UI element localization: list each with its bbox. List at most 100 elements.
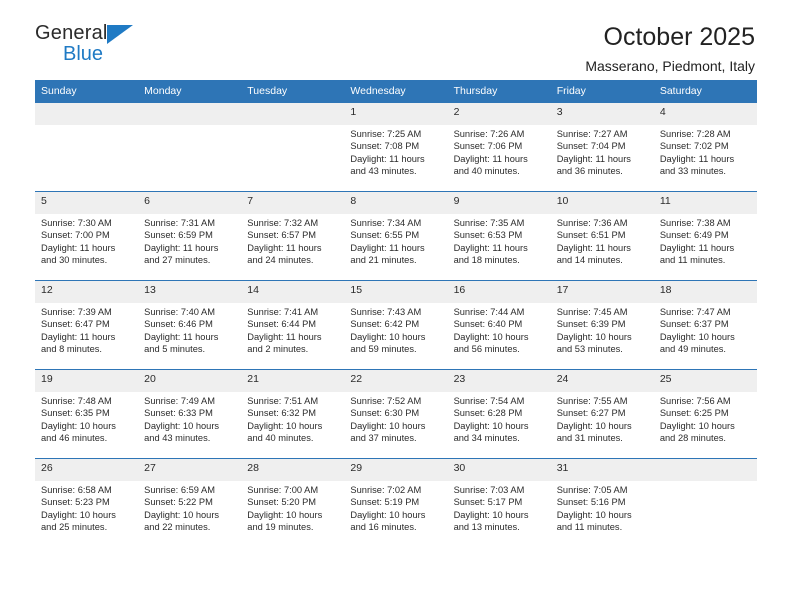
day-number: 29: [344, 459, 448, 481]
daylight-text: Daylight: 10 hours: [350, 331, 426, 342]
calendar-day-cell[interactable]: 16 Sunrise: 7:44 AM Sunset: 6:40 PM Dayligh…: [447, 280, 551, 370]
day-number: 2: [447, 103, 551, 125]
calendar-day-cell[interactable]: 29 Sunrise: 7:02 AM Sunset: 5:19 PM Dayligh…: [344, 458, 448, 548]
calendar-day-cell[interactable]: 19 Sunrise: 7:48 AM Sunset: 6:35 PM Dayligh…: [35, 369, 139, 459]
calendar-day-cell[interactable]: 17 Sunrise: 7:45 AM Sunset: 6:39 PM Dayligh…: [550, 280, 654, 370]
sunrise-text: Sunrise: 7:25 AM: [350, 129, 422, 139]
daylight-text: and 31 minutes.: [556, 433, 623, 444]
day-details: Sunrise: 7:02 AM Sunset: 5:19 PM Daylight:…: [344, 481, 447, 534]
day-details: [138, 125, 241, 128]
calendar-day-cell[interactable]: 31 Sunrise: 7:05 AM Sunset: 5:16 PM Dayligh…: [550, 458, 654, 548]
sunrise-text: Sunrise: 7:48 AM: [41, 396, 112, 406]
daylight-text: and 49 minutes.: [659, 344, 726, 355]
calendar-day-cell[interactable]: 13 Sunrise: 7:40 AM Sunset: 6:46 PM Dayligh…: [138, 280, 242, 370]
sunset-text: Sunset: 5:23 PM: [41, 497, 110, 508]
calendar-day-cell[interactable]: 11 Sunrise: 7:38 AM Sunset: 6:49 PM Dayligh…: [653, 191, 757, 281]
sunset-text: Sunset: 5:16 PM: [556, 497, 626, 508]
calendar-day-cell[interactable]: 26 Sunrise: 6:58 AM Sunset: 5:23 PM Dayligh…: [35, 458, 139, 548]
daylight-text: Daylight: 11 hours: [659, 153, 735, 164]
day-number: 21: [241, 370, 345, 392]
day-details: Sunrise: 7:38 AM Sunset: 6:49 PM Daylight:…: [654, 214, 757, 267]
day-details: [654, 481, 757, 484]
calendar-day-cell[interactable]: 1 Sunrise: 7:25 AM Sunset: 7:08 PM Daylight…: [344, 102, 448, 192]
calendar-day-cell[interactable]: 25 Sunrise: 7:56 AM Sunset: 6:25 PM Dayligh…: [653, 369, 757, 459]
day-details: Sunrise: 7:52 AM Sunset: 6:30 PM Daylight:…: [344, 392, 447, 445]
day-details: Sunrise: 7:41 AM Sunset: 6:44 PM Daylight:…: [241, 303, 344, 356]
sunrise-text: Sunrise: 7:52 AM: [350, 396, 422, 406]
weekday-header-thursday: Thursday: [447, 80, 551, 103]
calendar-day-cell[interactable]: 8 Sunrise: 7:34 AM Sunset: 6:55 PM Daylight…: [344, 191, 448, 281]
day-number: 17: [550, 281, 654, 303]
calendar-day-cell[interactable]: 12 Sunrise: 7:39 AM Sunset: 6:47 PM Dayligh…: [35, 280, 139, 370]
daylight-text: Daylight: 10 hours: [350, 509, 426, 520]
sunrise-text: Sunrise: 7:51 AM: [247, 396, 319, 406]
daylight-text: Daylight: 10 hours: [659, 331, 735, 342]
daylight-text: and 37 minutes.: [350, 433, 417, 444]
calendar-day-cell[interactable]: 20 Sunrise: 7:49 AM Sunset: 6:33 PM Dayligh…: [138, 369, 242, 459]
calendar-day-cell[interactable]: 30 Sunrise: 7:03 AM Sunset: 5:17 PM Dayligh…: [447, 458, 551, 548]
day-details: Sunrise: 7:44 AM Sunset: 6:40 PM Daylight:…: [448, 303, 551, 356]
calendar-day-cell[interactable]: 3 Sunrise: 7:27 AM Sunset: 7:04 PM Daylight…: [550, 102, 654, 192]
calendar-page: General Blue October 2025 Masserano, Pie…: [0, 0, 792, 612]
day-details: Sunrise: 7:43 AM Sunset: 6:42 PM Daylight:…: [344, 303, 447, 356]
daylight-text: Daylight: 11 hours: [41, 242, 116, 253]
day-details: Sunrise: 7:26 AM Sunset: 7:06 PM Daylight:…: [448, 125, 551, 178]
day-details: Sunrise: 7:32 AM Sunset: 6:57 PM Daylight:…: [241, 214, 344, 267]
sunset-text: Sunset: 6:30 PM: [350, 408, 420, 419]
calendar-day-cell[interactable]: 7 Sunrise: 7:32 AM Sunset: 6:57 PM Daylight…: [241, 191, 345, 281]
calendar-day-cell[interactable]: 15 Sunrise: 7:43 AM Sunset: 6:42 PM Dayligh…: [344, 280, 448, 370]
generalblue-logo[interactable]: General Blue: [35, 22, 150, 70]
day-details: Sunrise: 7:54 AM Sunset: 6:28 PM Daylight:…: [448, 392, 551, 445]
sunset-text: Sunset: 6:25 PM: [659, 408, 729, 419]
sunrise-text: Sunrise: 6:59 AM: [144, 485, 215, 495]
sunrise-text: Sunrise: 7:55 AM: [556, 396, 628, 406]
daylight-text: and 36 minutes.: [556, 166, 623, 177]
weekday-header-wednesday: Wednesday: [344, 80, 448, 103]
daylight-text: and 59 minutes.: [350, 344, 417, 355]
calendar-day-cell[interactable]: 22 Sunrise: 7:52 AM Sunset: 6:30 PM Dayligh…: [344, 369, 448, 459]
calendar-day-cell[interactable]: 21 Sunrise: 7:51 AM Sunset: 6:32 PM Dayligh…: [241, 369, 345, 459]
sunrise-text: Sunrise: 7:36 AM: [556, 218, 628, 228]
daylight-text: Daylight: 11 hours: [556, 153, 631, 164]
calendar-day-cell[interactable]: 6 Sunrise: 7:31 AM Sunset: 6:59 PM Daylight…: [138, 191, 242, 281]
daylight-text: Daylight: 11 hours: [453, 153, 528, 164]
page-header: General Blue October 2025 Masserano, Pie…: [35, 0, 757, 74]
day-number: 7: [241, 192, 345, 214]
daylight-text: Daylight: 10 hours: [41, 509, 116, 520]
calendar-day-cell-empty: [241, 102, 345, 192]
calendar-day-cell[interactable]: 9 Sunrise: 7:35 AM Sunset: 6:53 PM Daylight…: [447, 191, 551, 281]
calendar-day-cell[interactable]: 10 Sunrise: 7:36 AM Sunset: 6:51 PM Dayligh…: [550, 191, 654, 281]
day-details: Sunrise: 7:55 AM Sunset: 6:27 PM Daylight:…: [551, 392, 654, 445]
daylight-text: Daylight: 11 hours: [247, 242, 322, 253]
daylight-text: Daylight: 11 hours: [453, 242, 528, 253]
sunrise-text: Sunrise: 7:02 AM: [350, 485, 422, 495]
daylight-text: Daylight: 10 hours: [453, 509, 529, 520]
day-details: Sunrise: 7:48 AM Sunset: 6:35 PM Daylight:…: [35, 392, 138, 445]
calendar-day-cell[interactable]: 14 Sunrise: 7:41 AM Sunset: 6:44 PM Dayligh…: [241, 280, 345, 370]
calendar-body: 1 Sunrise: 7:25 AM Sunset: 7:08 PM Daylight…: [35, 102, 757, 548]
day-number: 26: [35, 459, 139, 481]
sunset-text: Sunset: 6:39 PM: [556, 319, 626, 330]
calendar-day-cell[interactable]: 2 Sunrise: 7:26 AM Sunset: 7:06 PM Daylight…: [447, 102, 551, 192]
calendar-day-cell[interactable]: 18 Sunrise: 7:47 AM Sunset: 6:37 PM Dayligh…: [653, 280, 757, 370]
sunset-text: Sunset: 6:57 PM: [247, 230, 317, 241]
sunset-text: Sunset: 6:49 PM: [659, 230, 729, 241]
sunset-text: Sunset: 6:27 PM: [556, 408, 626, 419]
calendar-day-cell[interactable]: 23 Sunrise: 7:54 AM Sunset: 6:28 PM Dayligh…: [447, 369, 551, 459]
daylight-text: and 28 minutes.: [659, 433, 726, 444]
daylight-text: and 40 minutes.: [453, 166, 520, 177]
day-number: 9: [447, 192, 551, 214]
sunrise-text: Sunrise: 7:38 AM: [659, 218, 731, 228]
day-details: Sunrise: 7:25 AM Sunset: 7:08 PM Daylight:…: [344, 125, 447, 178]
sunrise-text: Sunrise: 7:32 AM: [247, 218, 319, 228]
day-number: 15: [344, 281, 448, 303]
day-details: Sunrise: 7:49 AM Sunset: 6:33 PM Daylight:…: [138, 392, 241, 445]
calendar-day-cell[interactable]: 4 Sunrise: 7:28 AM Sunset: 7:02 PM Daylight…: [653, 102, 757, 192]
day-number: 16: [447, 281, 551, 303]
calendar-day-cell[interactable]: 5 Sunrise: 7:30 AM Sunset: 7:00 PM Daylight…: [35, 191, 139, 281]
day-details: Sunrise: 7:56 AM Sunset: 6:25 PM Daylight:…: [654, 392, 757, 445]
sunrise-text: Sunrise: 7:40 AM: [144, 307, 215, 317]
calendar-day-cell[interactable]: 28 Sunrise: 7:00 AM Sunset: 5:20 PM Dayligh…: [241, 458, 345, 548]
calendar-day-cell[interactable]: 24 Sunrise: 7:55 AM Sunset: 6:27 PM Dayligh…: [550, 369, 654, 459]
calendar-day-cell[interactable]: 27 Sunrise: 6:59 AM Sunset: 5:22 PM Dayligh…: [138, 458, 242, 548]
